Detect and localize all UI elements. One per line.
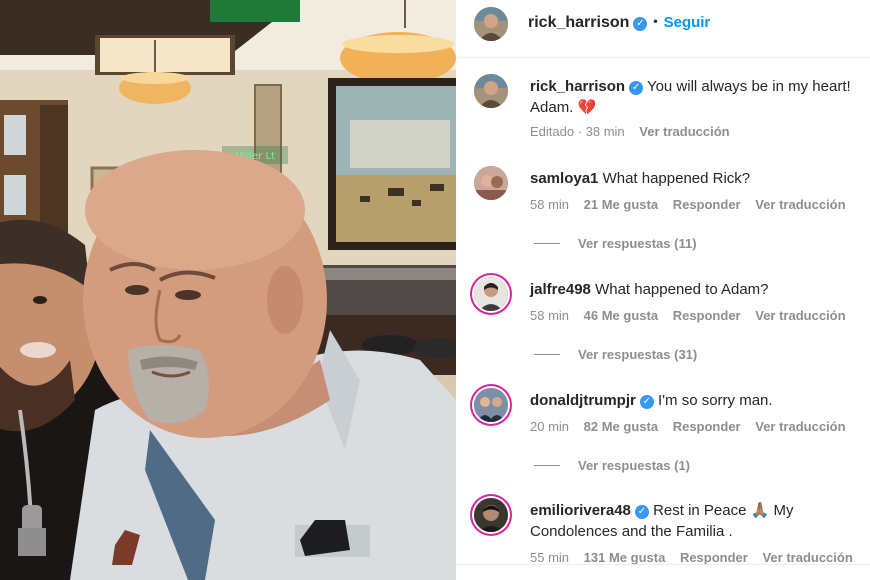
comment-time: 58 min [530,197,570,212]
replies-label: Ver respuestas (11) [578,236,697,251]
author-line: rick_harrison ✓ • Seguir [528,14,710,32]
commenter-avatar[interactable] [474,498,508,532]
post-photo: Miller Lt [0,0,456,580]
author-username[interactable]: rick_harrison [528,14,629,31]
caption-line2: Adam. 💔 [530,99,597,116]
caption-username[interactable]: rick_harrison [530,78,625,95]
view-replies-button[interactable]: Ver respuestas (1) [534,458,690,473]
translate-link[interactable]: Ver traducción [762,550,852,565]
translate-link[interactable]: Ver traducción [755,419,845,434]
separator-dot: • [653,14,658,28]
comment-body: I'm so sorry man. [658,392,773,409]
post-header: rick_harrison ✓ • Seguir [456,0,870,58]
replies-label: Ver respuestas (31) [578,347,698,362]
comment-text: donaldjtrumpjr ✓ I'm so sorry man. [530,390,870,411]
comment-username[interactable]: emiliorivera48 [530,502,631,519]
comment-time: 20 min [530,419,570,434]
comment-meta: 58 min 46 Me gusta Responder Ver traducc… [530,308,857,323]
translate-link[interactable]: Ver traducción [755,308,845,323]
comment-meta: 58 min 21 Me gusta Responder Ver traducc… [530,197,857,212]
verified-badge-icon: ✓ [633,17,648,31]
verified-badge-icon: ✓ [634,505,649,519]
caption-text: rick_harrison ✓ You will always be in my … [530,76,870,118]
comment-username[interactable]: jalfre498 [530,281,591,298]
translate-link[interactable]: Ver traducción [755,197,845,212]
comment-time: 55 min [530,550,570,565]
comments-panel: rick_harrison ✓ • Seguir rick_harrison ✓ You… [456,0,870,580]
comment-meta: 20 min 82 Me gusta Responder Ver traducc… [530,419,857,434]
comment-text: jalfre498 What happened to Adam? [530,279,870,300]
commenter-avatar[interactable] [474,277,508,311]
comment-text: emiliorivera48 ✓ Rest in Peace 🙏🏽 My Cond… [530,500,870,542]
caption-line1: You will always be in my heart! [646,78,851,95]
comment-likes[interactable]: 46 Me gusta [584,308,658,323]
follow-button[interactable]: Seguir [664,14,711,31]
replies-line [534,465,560,466]
comment-meta: 55 min 131 Me gusta Responder Ver traduc… [530,550,864,565]
caption-translate-link[interactable]: Ver traducción [639,124,729,139]
comment-likes[interactable]: 82 Me gusta [584,419,658,434]
replies-line [534,354,560,355]
comment-body: What happened Rick? [602,170,751,187]
verified-badge-icon: ✓ [639,395,654,409]
comment-username[interactable]: samloya1 [530,170,598,187]
comment-body: What happened to Adam? [595,281,769,298]
action-bar [456,564,870,580]
replies-line [534,243,560,244]
reply-button[interactable]: Responder [673,197,741,212]
caption-edited: Editado · 38 min [530,124,625,139]
reply-button[interactable]: Responder [673,419,741,434]
view-replies-button[interactable]: Ver respuestas (31) [534,347,697,362]
comment-text: samloya1 What happened Rick? [530,168,870,189]
commenter-avatar[interactable] [474,166,508,200]
comment-username[interactable]: donaldjtrumpjr [530,392,636,409]
replies-label: Ver respuestas (1) [578,458,691,473]
comment-likes[interactable]: 21 Me gusta [584,197,658,212]
commenter-avatar[interactable] [474,388,508,422]
author-avatar[interactable] [474,7,508,41]
comment-time: 58 min [530,308,570,323]
reply-button[interactable]: Responder [680,550,748,565]
caption-avatar[interactable] [474,74,508,108]
reply-button[interactable]: Responder [673,308,741,323]
verified-badge-icon: ✓ [629,81,644,95]
view-replies-button[interactable]: Ver respuestas (11) [534,236,697,251]
comment-likes[interactable]: 131 Me gusta [584,550,666,565]
caption-meta: Editado · 38 min Ver traducción [530,124,741,139]
